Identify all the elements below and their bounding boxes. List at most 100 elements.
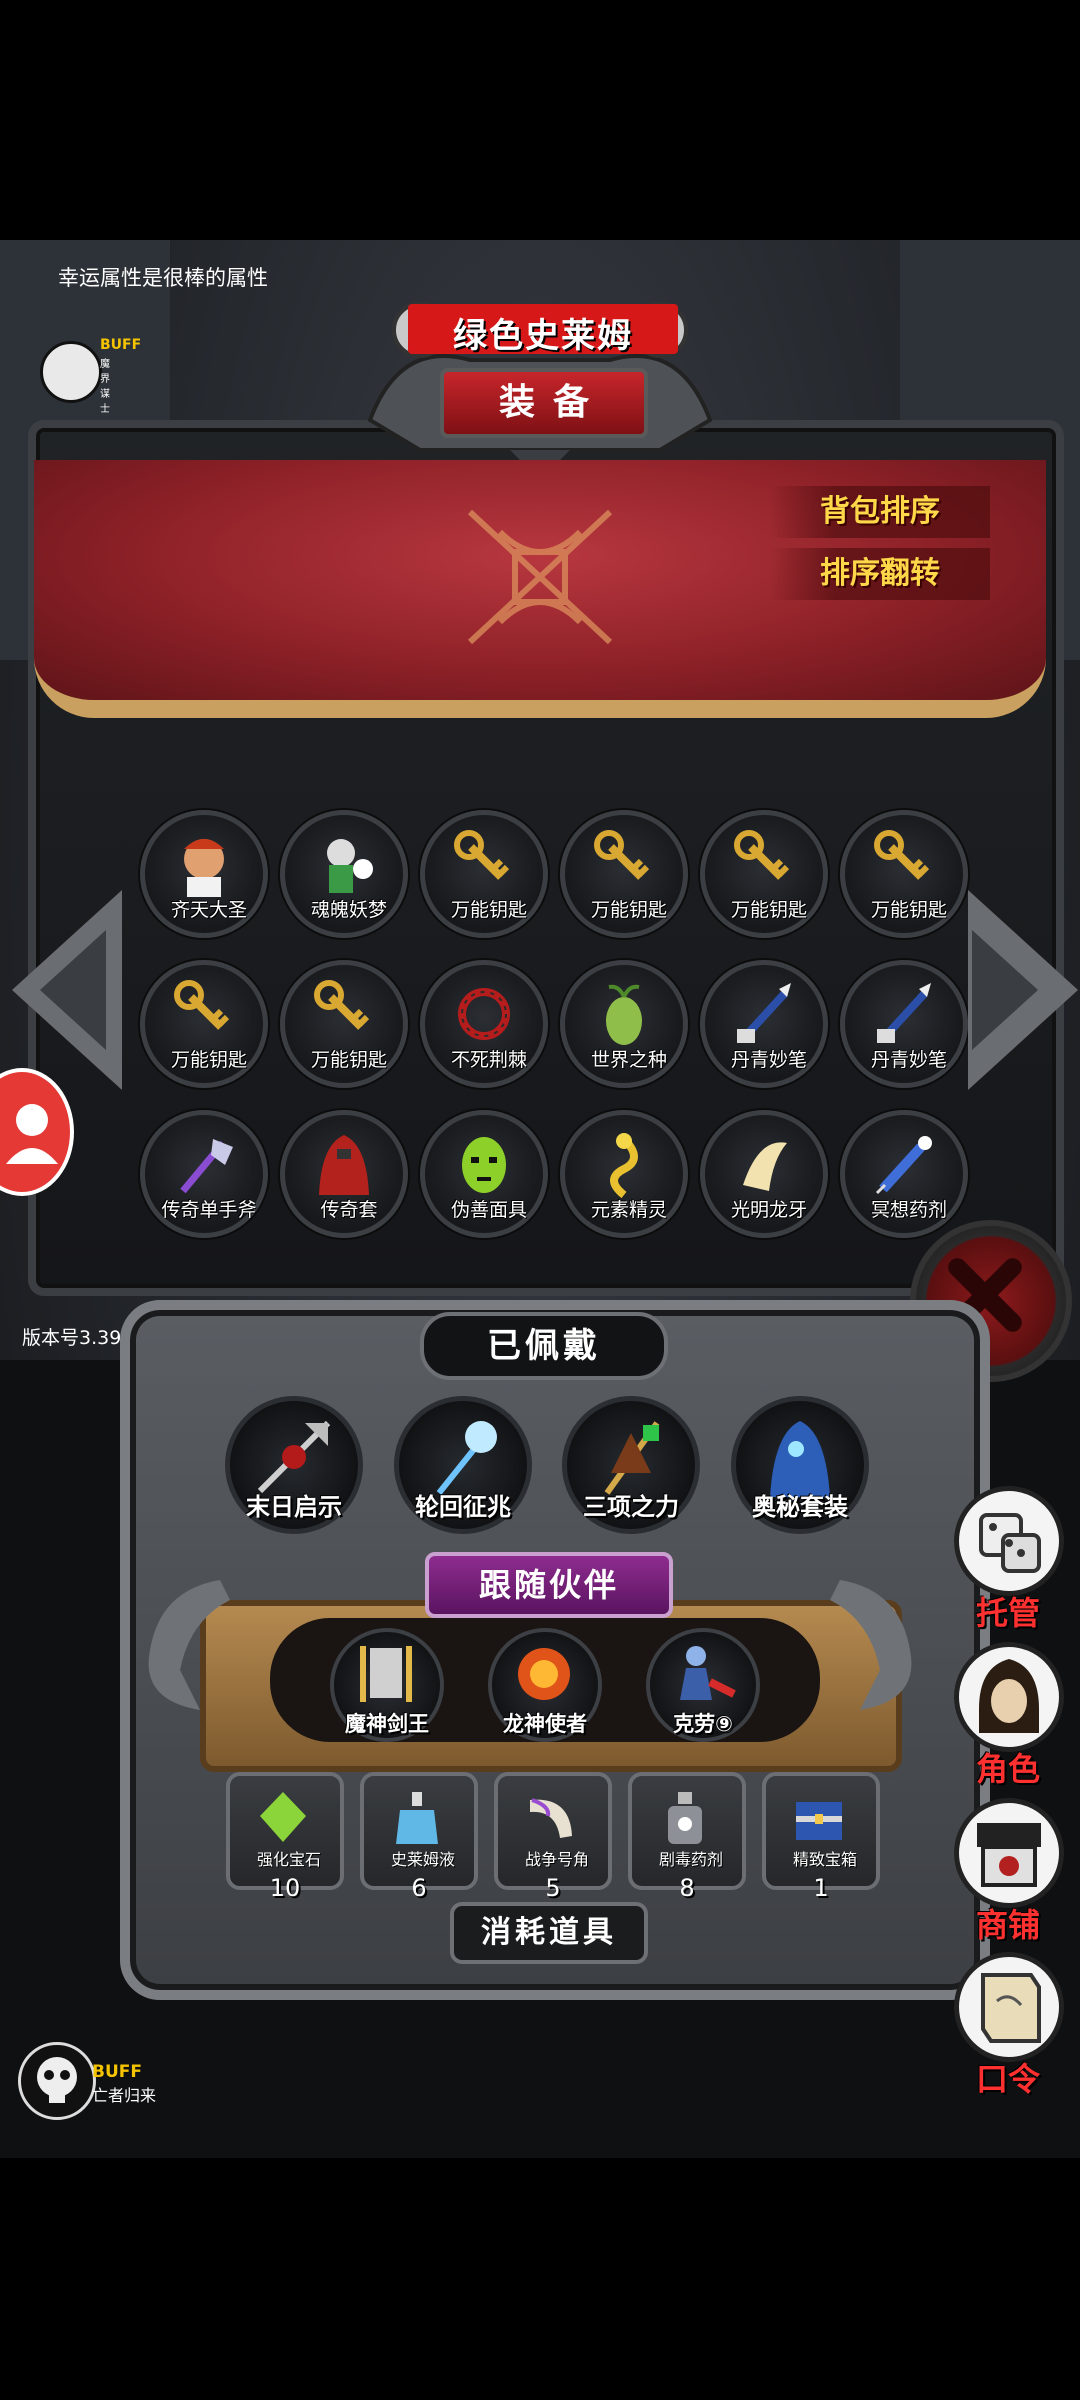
consumable-count: 6 xyxy=(411,1874,427,1902)
prev-arrow-inner xyxy=(40,930,106,1050)
character-button[interactable]: 角色 xyxy=(948,1642,1068,1790)
backpack-slot[interactable]: 齐天大圣 xyxy=(140,810,268,938)
worn-title: 已佩戴 xyxy=(420,1312,668,1380)
worn-item-label: 三项之力 xyxy=(583,1493,679,1521)
consumable-title: 消耗道具 xyxy=(450,1902,648,1964)
companion-slot-2[interactable]: 龙神使者 xyxy=(488,1628,602,1742)
tip-text: 幸运属性是很棒的属性 xyxy=(58,266,268,290)
horn-icon xyxy=(530,1798,572,1838)
potion-bottle-icon xyxy=(396,1792,438,1844)
backpack-slot[interactable]: 光明龙牙 xyxy=(700,1110,828,1238)
worn-slot-3[interactable]: 三项之力 xyxy=(562,1396,700,1534)
buff-label: BUFF xyxy=(100,337,142,353)
ghost-swordswoman-icon xyxy=(327,839,373,893)
backpack-slot[interactable]: 万能钥匙 xyxy=(700,810,828,938)
fang-icon xyxy=(743,1142,787,1191)
command-button[interactable]: 口令 xyxy=(948,1952,1068,2100)
worn-slot-4[interactable]: 奥秘套装 xyxy=(731,1396,869,1534)
chest-icon xyxy=(796,1802,842,1840)
sword-king-icon xyxy=(360,1646,412,1702)
auto-play-button[interactable]: 托管 xyxy=(948,1486,1068,1634)
worn-item-label: 轮回征兆 xyxy=(415,1493,511,1521)
worn-slot-1[interactable]: 末日启示 xyxy=(225,1396,363,1534)
companion-slot-3[interactable]: 克劳⑨ xyxy=(646,1628,760,1742)
robe-icon xyxy=(319,1135,369,1195)
consumable-count: 10 xyxy=(269,1874,301,1902)
brush-icon xyxy=(877,983,931,1043)
brush-icon xyxy=(737,983,791,1043)
backpack-slot[interactable]: 世界之种 xyxy=(560,960,688,1088)
backpack-slot[interactable]: 伪善面具 xyxy=(420,1110,548,1238)
worn-item-label: 奥秘套装 xyxy=(752,1493,848,1521)
key-icon xyxy=(174,980,230,1030)
consumable-slot-2[interactable]: 史莱姆液 6 xyxy=(360,1772,478,1902)
key-icon xyxy=(314,980,370,1030)
consumable-slot-3[interactable]: 战争号角 5 xyxy=(494,1772,612,1902)
seed-icon xyxy=(606,984,642,1045)
backpack-slot[interactable]: 丹青妙笔 xyxy=(700,960,828,1088)
companion-label: 魔神剑王 xyxy=(345,1712,429,1736)
screen-title: 装备 xyxy=(440,368,648,438)
consumable-count: 5 xyxy=(545,1874,561,1902)
player-name: 绿色史莱姆 xyxy=(453,316,633,356)
backpack-slot[interactable]: 元素精灵 xyxy=(560,1110,688,1238)
key-icon xyxy=(594,830,650,880)
companion-label: 龙神使者 xyxy=(503,1712,587,1736)
backpack-slot[interactable]: 万能钥匙 xyxy=(280,960,408,1088)
key-icon xyxy=(874,830,930,880)
consumable-slot-4[interactable]: 剧毒药剂 8 xyxy=(628,1772,746,1902)
shop-button[interactable]: 商铺 xyxy=(948,1798,1068,1946)
poison-bottle-icon xyxy=(668,1792,702,1844)
key-icon xyxy=(454,830,510,880)
buff-badge-top[interactable]: BUFF 魔界谋士 xyxy=(40,335,141,415)
next-arrow-inner xyxy=(972,930,1038,1050)
backpack-slot[interactable]: 冥想药剂 xyxy=(840,1110,968,1238)
consumable-label: 精致宝箱 xyxy=(792,1850,857,1869)
companion-title: 跟随伙伴 xyxy=(425,1552,673,1618)
buff-badge-bottom[interactable]: BUFF 亡者归来 xyxy=(18,2042,178,2122)
green-gem-icon xyxy=(260,1792,306,1842)
dice-icon xyxy=(954,1486,1064,1596)
companion-slot-1[interactable]: 魔神剑王 xyxy=(330,1628,444,1742)
consumable-slot-1[interactable]: 强化宝石 10 xyxy=(226,1772,344,1902)
crossed-swords-emblem-icon xyxy=(467,509,613,645)
worn-slot-2[interactable]: 轮回征兆 xyxy=(394,1396,532,1534)
command-label: 口令 xyxy=(975,2060,1040,2098)
consumable-slot-5[interactable]: 精致宝箱 1 xyxy=(762,1772,880,1902)
backpack-slot[interactable]: 传奇套 xyxy=(280,1110,408,1238)
buff-label: BUFF xyxy=(92,2062,142,2082)
floating-user-icon[interactable] xyxy=(0,1068,74,1196)
shop-icon xyxy=(954,1798,1064,1908)
claw-girl-icon xyxy=(680,1646,736,1700)
axe-icon xyxy=(180,1139,233,1194)
reverse-sort-button[interactable]: 排序翻转 xyxy=(770,548,990,600)
backpack-slot[interactable]: 魂魄妖梦 xyxy=(280,810,408,938)
backpack-slot[interactable]: 万能钥匙 xyxy=(560,810,688,938)
sort-backpack-button[interactable]: 背包排序 xyxy=(770,486,990,538)
thorn-wreath-icon xyxy=(458,988,510,1040)
backpack-slot[interactable]: 传奇单手斧 xyxy=(140,1110,268,1238)
backpack-slot[interactable]: 万能钥匙 xyxy=(140,960,268,1088)
stone-dragon-left-icon xyxy=(148,1580,230,1710)
stone-dragon-right-icon xyxy=(830,1580,912,1710)
version-text: 版本号3.39 xyxy=(22,1327,122,1349)
backpack-slot[interactable]: 万能钥匙 xyxy=(840,810,968,938)
key-icon xyxy=(734,830,790,880)
buff-subtitle: 亡者归来 xyxy=(92,2086,157,2105)
shop-label: 商铺 xyxy=(975,1906,1040,1944)
consumable-count: 8 xyxy=(679,1874,695,1902)
backpack-slot[interactable]: 丹青妙笔 xyxy=(840,960,968,1088)
syringe-icon xyxy=(875,1136,932,1195)
dragon-envoy-icon xyxy=(518,1648,570,1700)
worn-item-label: 末日启示 xyxy=(246,1493,342,1521)
spirit-icon xyxy=(610,1133,638,1199)
backpack-slot[interactable]: 不死荆棘 xyxy=(420,960,548,1088)
scroll-icon xyxy=(954,1952,1064,2062)
mask-icon xyxy=(462,1137,506,1193)
backpack-slot[interactable]: 万能钥匙 xyxy=(420,810,548,938)
character-label: 角色 xyxy=(975,1750,1040,1788)
monkey-king-icon xyxy=(184,839,224,897)
companion-label: 克劳⑨ xyxy=(673,1712,733,1736)
skull-icon xyxy=(18,2042,96,2120)
backpack-item-label: 冥想药剂 xyxy=(870,1199,947,1221)
